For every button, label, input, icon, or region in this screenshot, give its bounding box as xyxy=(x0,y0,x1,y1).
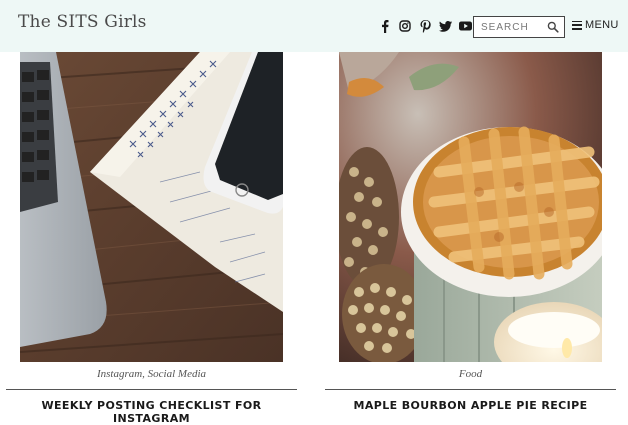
menu-button[interactable]: MENU xyxy=(572,19,619,31)
hamburger-icon xyxy=(572,20,582,30)
divider xyxy=(325,389,616,390)
search-input[interactable] xyxy=(474,17,547,38)
facebook-icon[interactable] xyxy=(378,19,392,33)
post-category[interactable]: Food xyxy=(325,368,616,380)
post-title[interactable]: WEEKLY POSTING CHECKLIST FOR INSTAGRAM xyxy=(6,399,297,425)
pinterest-icon[interactable] xyxy=(418,19,432,33)
post-category[interactable]: Instagram, Social Media xyxy=(6,368,297,380)
twitter-icon[interactable] xyxy=(438,19,452,33)
instagram-icon[interactable] xyxy=(398,19,412,33)
post-thumbnail-instagram-checklist[interactable] xyxy=(20,52,283,362)
site-header: The SITS Girls MENU xyxy=(0,0,628,52)
post-thumbnail-apple-pie[interactable] xyxy=(339,52,602,362)
youtube-icon[interactable] xyxy=(458,19,472,33)
search-box xyxy=(473,16,565,38)
post-title[interactable]: MAPLE BOURBON APPLE PIE RECIPE xyxy=(325,399,616,412)
menu-label: MENU xyxy=(585,19,619,31)
site-title[interactable]: The SITS Girls xyxy=(18,12,147,32)
divider xyxy=(6,389,297,390)
search-icon[interactable] xyxy=(547,21,559,33)
social-links xyxy=(378,18,472,34)
